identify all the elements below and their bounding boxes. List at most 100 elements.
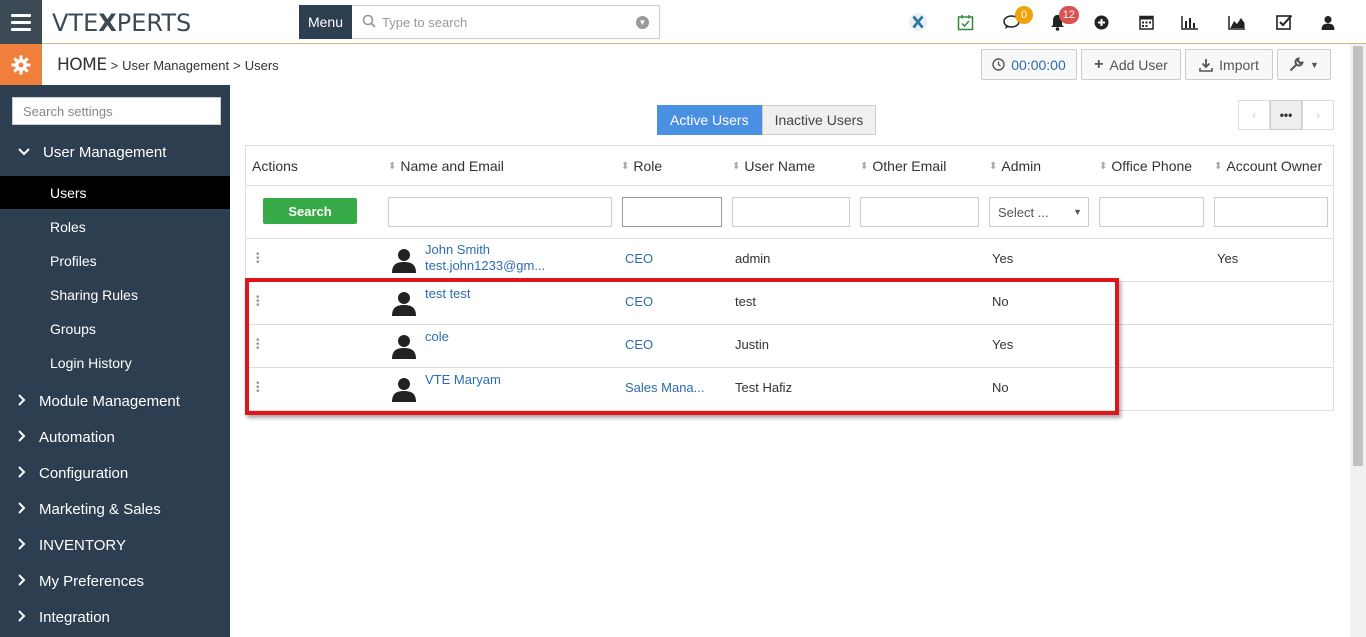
table-row[interactable]: • • • cole CEO Justin Yes — [246, 325, 1333, 368]
column-header-label: Account Owner — [1226, 158, 1323, 174]
task-check-icon[interactable] — [1274, 12, 1294, 32]
drag-handle-icon[interactable]: • • • — [256, 250, 260, 268]
plus-icon: + — [1094, 55, 1104, 73]
drag-handle-icon[interactable]: • • • — [256, 293, 260, 311]
sort-icon: ⬍ — [732, 160, 741, 172]
clock-icon — [992, 58, 1005, 71]
filter-role-input[interactable] — [622, 197, 722, 227]
global-search[interactable]: ▼ — [352, 5, 660, 39]
user-name-link[interactable]: test test — [425, 286, 471, 301]
settings-gear-icon[interactable] — [0, 44, 42, 85]
sidebar-item-profiles[interactable]: Profiles — [0, 244, 230, 277]
sidebar-section-user-management[interactable]: User Management — [0, 135, 230, 169]
sidebar-item-roles[interactable]: Roles — [0, 210, 230, 243]
column-header-name-email[interactable]: ⬍ Name and Email — [388, 146, 504, 186]
sidebar-section-automation[interactable]: Automation — [0, 420, 230, 454]
search-button[interactable]: Search — [263, 198, 357, 224]
column-header-admin[interactable]: ⬍ Admin — [989, 146, 1041, 186]
tab-active-users[interactable]: Active Users — [657, 105, 762, 135]
filter-user-name-input[interactable] — [732, 197, 850, 227]
sidebar-section-marketing-sales[interactable]: Marketing & Sales — [0, 492, 230, 526]
user-profile-icon[interactable] — [1318, 12, 1338, 32]
bell-icon[interactable]: 12 — [1047, 6, 1079, 32]
sidebar-section-module-management[interactable]: Module Management — [0, 384, 230, 418]
filter-admin-select[interactable]: Select ... ▼ — [989, 197, 1089, 227]
user-username: Justin — [735, 337, 769, 352]
chevron-right-icon — [18, 573, 36, 589]
chat-icon[interactable]: 0 — [1001, 6, 1033, 32]
drag-handle-icon[interactable]: • • • — [256, 336, 260, 354]
settings-search-input[interactable] — [12, 97, 221, 125]
users-table: Actions ⬍ Name and Email ⬍ Role ⬍ User Name… — [245, 145, 1334, 411]
user-name-link[interactable]: John Smith — [425, 242, 490, 257]
column-header-label: Office Phone — [1111, 158, 1193, 174]
filter-name-email-input[interactable] — [388, 197, 612, 227]
user-admin: No — [992, 380, 1009, 395]
previous-page-icon[interactable]: ‹ — [1238, 100, 1270, 130]
main-content: Active Users Inactive Users ‹ ••• › Acti… — [230, 85, 1350, 637]
page-scrollbar[interactable] — [1350, 44, 1366, 637]
drag-handle-icon[interactable]: • • • — [256, 379, 260, 397]
calendar-icon[interactable] — [1136, 12, 1156, 32]
more-options-button[interactable]: ••• — [1270, 100, 1302, 130]
filter-account-owner-input[interactable] — [1214, 197, 1328, 227]
sidebar-section-label: INVENTORY — [39, 536, 126, 554]
import-button[interactable]: Import — [1185, 49, 1273, 80]
sidebar-section-label: Module Management — [39, 392, 180, 410]
column-header-role[interactable]: ⬍ Role — [621, 146, 662, 186]
table-row[interactable]: • • • test test CEO test No — [246, 282, 1333, 325]
breadcrumb-user-management[interactable]: User Management — [122, 58, 229, 73]
breadcrumb-users[interactable]: Users — [245, 58, 279, 73]
search-input[interactable] — [382, 14, 632, 30]
tools-dropdown-button[interactable]: ▼ — [1277, 49, 1331, 80]
sidebar-item-login-history[interactable]: Login History — [0, 346, 230, 379]
user-role-link[interactable]: CEO — [625, 251, 653, 266]
table-row[interactable]: • • • VTE Maryam Sales Mana... Test Hafiz … — [246, 368, 1333, 411]
table-row[interactable]: • • • John Smith test.john1233@gm... CEO a… — [246, 239, 1333, 282]
vtexperts-x-icon[interactable] — [908, 12, 928, 32]
sidebar-section-my-preferences[interactable]: My Preferences — [0, 564, 230, 598]
bar-chart-icon[interactable] — [1180, 12, 1200, 32]
column-header-label: Other Email — [872, 158, 947, 174]
user-name-link[interactable]: VTE Maryam — [425, 372, 501, 387]
filter-office-phone-input[interactable] — [1099, 197, 1204, 227]
app-logo[interactable]: VTEXPERTS — [52, 9, 191, 37]
hamburger-menu-icon[interactable] — [0, 0, 42, 44]
filter-other-email-input[interactable] — [860, 197, 979, 227]
user-avatar-icon — [392, 249, 416, 273]
sidebar-section-label: Marketing & Sales — [39, 500, 161, 518]
column-header-user-name[interactable]: ⬍ User Name — [732, 146, 815, 186]
wrench-icon — [1289, 57, 1304, 72]
sidebar-item-sharing-rules[interactable]: Sharing Rules — [0, 278, 230, 311]
plus-circle-icon[interactable] — [1091, 12, 1111, 32]
chevron-down-icon — [18, 145, 36, 159]
menu-button[interactable]: Menu — [299, 5, 352, 39]
user-name-link[interactable]: cole — [425, 329, 449, 344]
column-header-account-owner[interactable]: ⬍ Account Owner — [1214, 146, 1322, 186]
sidebar-item-groups[interactable]: Groups — [0, 312, 230, 345]
sidebar-section-configuration[interactable]: Configuration — [0, 456, 230, 490]
user-admin: No — [992, 294, 1009, 309]
sidebar-item-users[interactable]: Users — [0, 176, 230, 209]
calendar-check-icon[interactable] — [955, 12, 975, 32]
user-role-link[interactable]: CEO — [625, 337, 653, 352]
chevron-down-icon[interactable]: ▼ — [636, 16, 649, 29]
timer-label: 00:00:00 — [1011, 56, 1066, 73]
sidebar-section-inventory[interactable]: INVENTORY — [0, 528, 230, 562]
caret-down-icon: ▼ — [1073, 207, 1082, 217]
chevron-right-icon — [18, 429, 36, 445]
breadcrumb-home[interactable]: HOME — [57, 55, 107, 75]
scrollbar-thumb[interactable] — [1353, 46, 1363, 466]
column-header-other-email[interactable]: ⬍ Other Email — [860, 146, 946, 186]
area-chart-icon[interactable] — [1227, 12, 1247, 32]
tab-inactive-users[interactable]: Inactive Users — [761, 105, 877, 135]
user-role-link[interactable]: CEO — [625, 294, 653, 309]
column-header-label: Name and Email — [400, 158, 504, 174]
user-role-link[interactable]: Sales Mana... — [625, 380, 705, 395]
user-email[interactable]: test.john1233@gm... — [425, 258, 545, 273]
add-user-button[interactable]: + Add User — [1081, 49, 1181, 80]
column-header-office-phone[interactable]: ⬍ Office Phone — [1099, 146, 1192, 186]
sidebar-section-integration[interactable]: Integration — [0, 600, 230, 634]
timer-button[interactable]: 00:00:00 — [981, 49, 1077, 80]
next-page-icon[interactable]: › — [1302, 100, 1334, 130]
